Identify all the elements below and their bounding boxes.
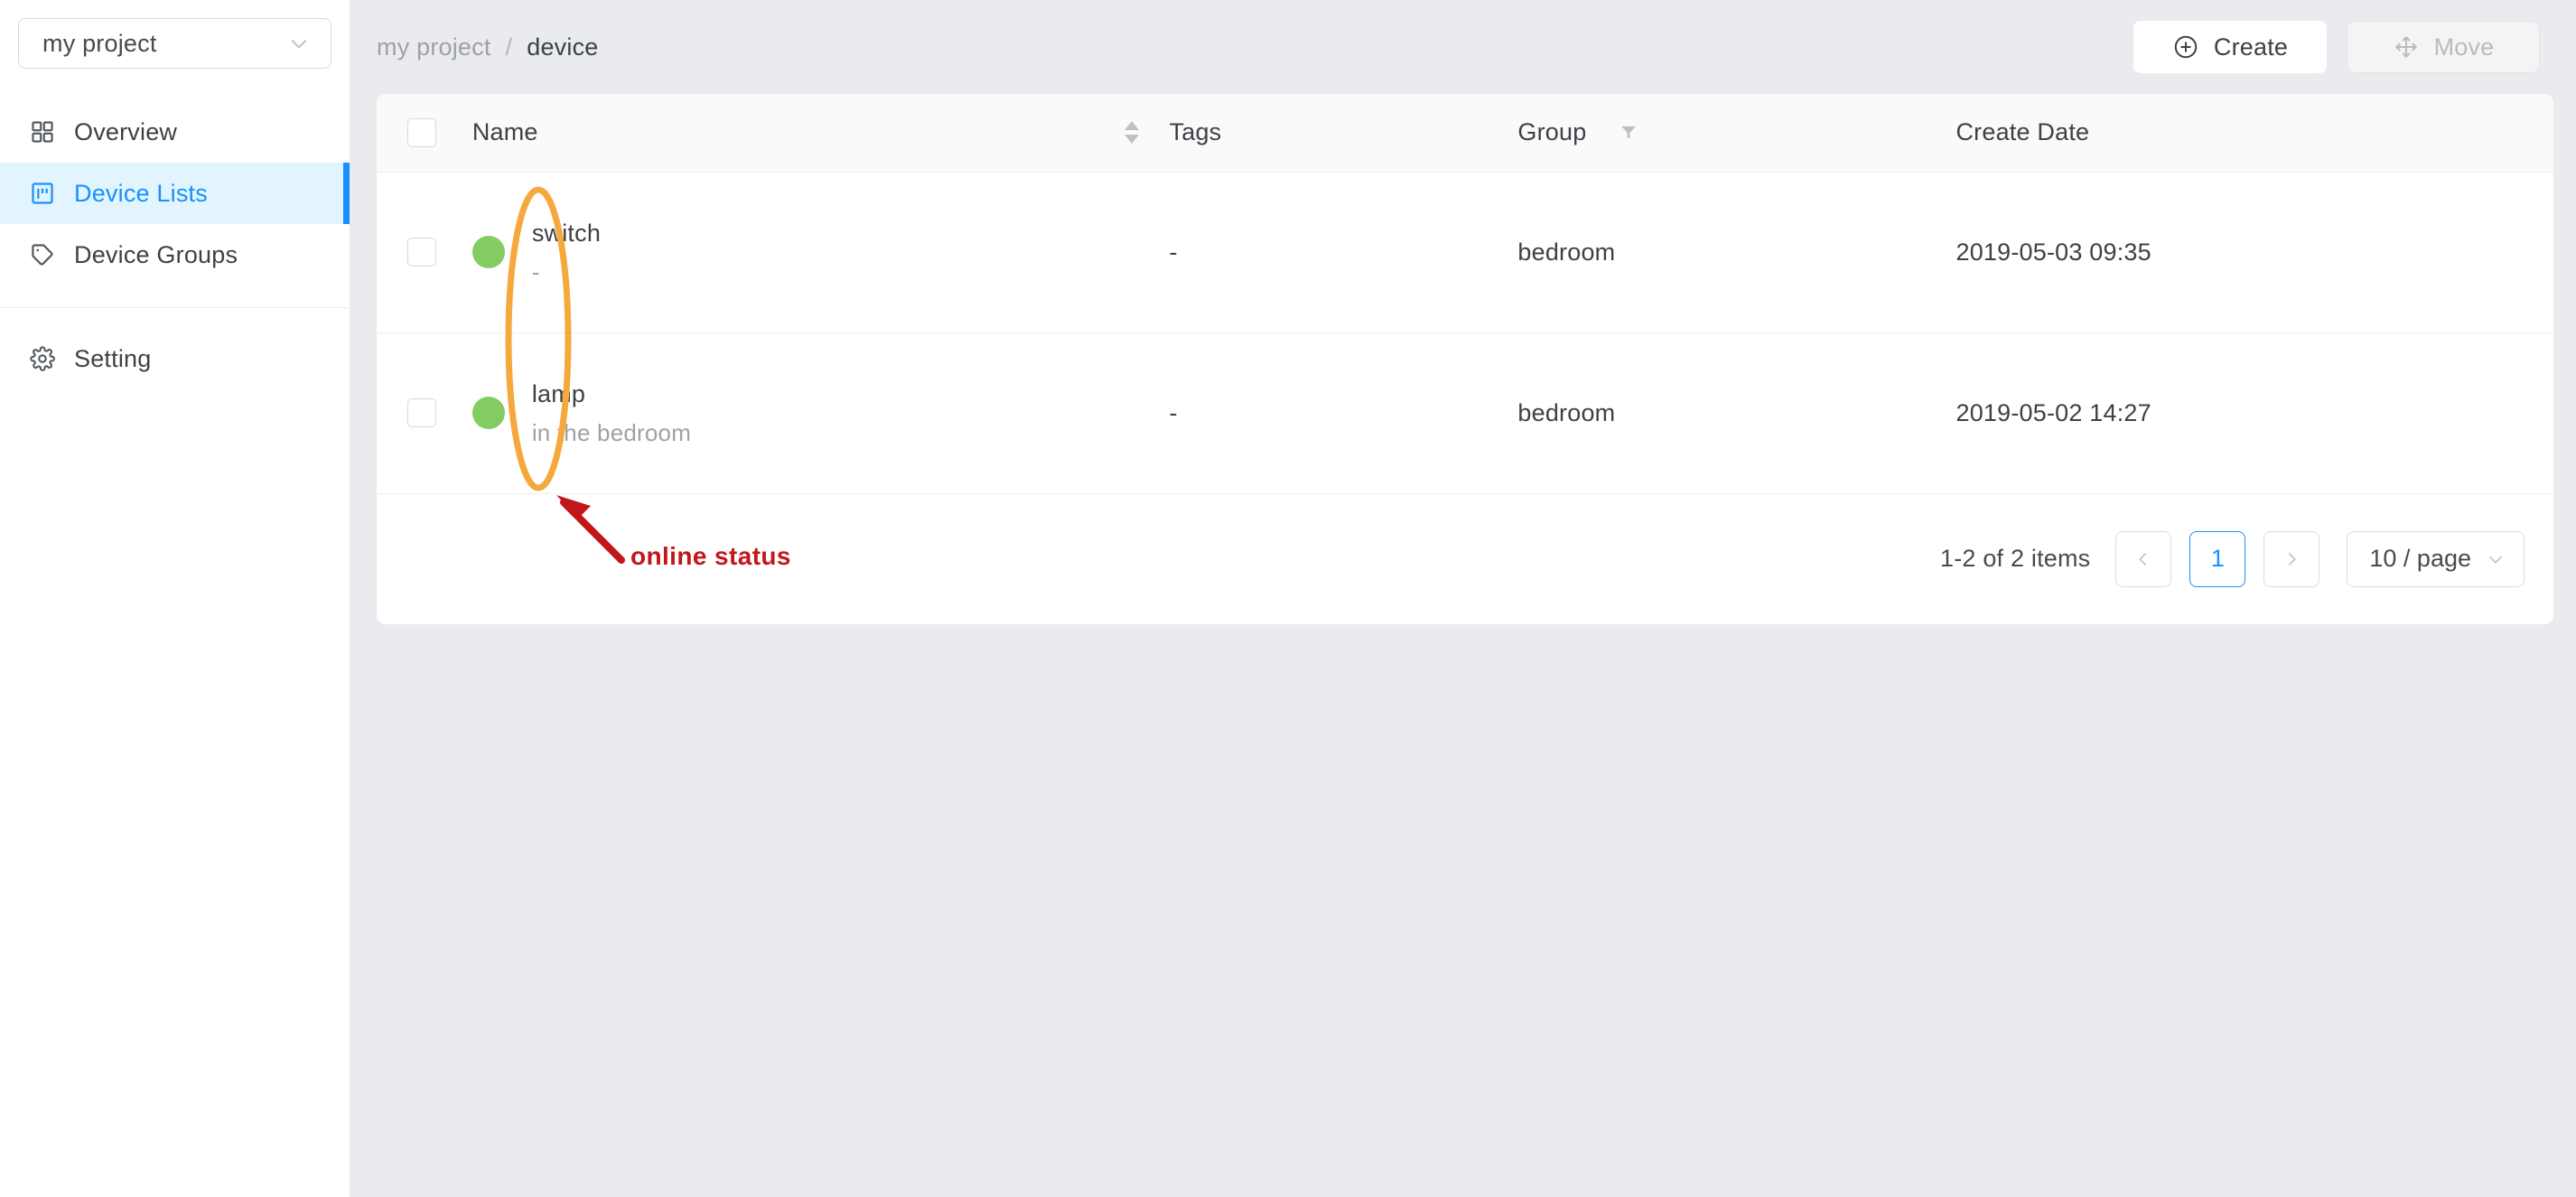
pagination-prev-button[interactable] — [2115, 530, 2172, 587]
filter-icon[interactable] — [1619, 123, 1638, 143]
sidebar-item-label: Overview — [74, 117, 178, 145]
sidebar-item-overview[interactable]: Overview — [0, 101, 350, 163]
device-list-card: Name Tags Group Create Date switch - - b… — [377, 94, 2553, 624]
row-group-cell: bedroom — [1517, 172, 1956, 333]
chevron-down-icon — [2484, 547, 2507, 571]
device-description: - — [531, 257, 540, 285]
column-header-tags: Tags — [1169, 94, 1518, 173]
device-name: switch — [531, 219, 602, 247]
sidebar-item-label: Device Groups — [74, 240, 238, 268]
project-selector[interactable]: my project — [18, 18, 331, 69]
sidebar-nav: Overview Device Lists Device Groups Sett… — [0, 101, 350, 389]
breadcrumb: my project / device — [377, 33, 599, 61]
pagination-page-1[interactable]: 1 — [2189, 530, 2246, 587]
breadcrumb-separator: / — [505, 33, 513, 61]
breadcrumb-root[interactable]: my project — [377, 33, 491, 61]
sort-arrows-icon[interactable] — [1124, 121, 1139, 145]
column-header-group: Group — [1517, 94, 1956, 173]
move-button-label: Move — [2433, 33, 2495, 61]
app-root: my project Overview Device Lists Device … — [0, 0, 2576, 1197]
row-create-date-cell: 2019-05-02 14:27 — [1955, 332, 2553, 494]
sidebar-item-label: Device Lists — [74, 179, 208, 207]
create-button-label: Create — [2213, 33, 2289, 61]
device-description: in the bedroom — [531, 418, 692, 446]
row-checkbox[interactable] — [407, 238, 436, 267]
main-content: my project / device Create Move Name Tag… — [350, 0, 2576, 1197]
table-row[interactable]: lamp in the bedroom - bedroom 2019-05-02… — [377, 332, 2553, 494]
chevron-down-icon — [287, 32, 311, 55]
table-head: Name Tags Group Create Date — [377, 94, 2553, 173]
plus-circle-icon — [2172, 33, 2199, 61]
create-button[interactable]: Create — [2133, 21, 2327, 73]
sidebar-divider — [0, 307, 350, 308]
row-checkbox[interactable] — [407, 398, 436, 427]
column-header-name[interactable]: Name — [471, 94, 1170, 173]
board-icon — [27, 178, 58, 209]
device-table: Name Tags Group Create Date switch - - b… — [377, 94, 2553, 494]
row-tags-cell: - — [1169, 172, 1518, 333]
column-header-label: Group — [1517, 118, 1587, 146]
pagination-bar: 1-2 of 2 items 1 10 / page — [377, 493, 2553, 624]
column-header-label: Create Date — [1955, 118, 2090, 146]
table-header-row: Name Tags Group Create Date — [377, 94, 2553, 173]
topbar: my project / device Create Move — [350, 0, 2576, 94]
status-indicator-online — [471, 236, 505, 268]
gear-icon — [27, 343, 58, 374]
select-all-checkbox[interactable] — [407, 117, 436, 147]
page-size-select[interactable]: 10 / page — [2347, 530, 2525, 587]
grid-icon — [27, 117, 58, 147]
column-header-label: Tags — [1169, 118, 1222, 146]
table-body: switch - - bedroom 2019-05-03 09:35 lamp… — [377, 172, 2553, 494]
breadcrumb-current: device — [527, 33, 599, 61]
sidebar-item-device-groups[interactable]: Device Groups — [0, 224, 350, 285]
project-selector-value: my project — [42, 29, 157, 57]
column-header-label: Name — [471, 118, 538, 146]
row-create-date-cell: 2019-05-03 09:35 — [1955, 172, 2553, 333]
pagination-next-button[interactable] — [2263, 530, 2320, 587]
row-name-cell: switch - — [471, 172, 1170, 333]
sidebar-item-device-lists[interactable]: Device Lists — [0, 163, 350, 224]
topbar-actions: Create Move — [2133, 21, 2540, 73]
row-select-cell — [377, 172, 472, 333]
row-group-cell: bedroom — [1517, 332, 1956, 494]
column-header-select-all — [377, 94, 472, 173]
row-name-cell: lamp in the bedroom — [471, 332, 1170, 494]
sidebar: my project Overview Device Lists Device … — [0, 0, 350, 1197]
row-tags-cell: - — [1169, 332, 1518, 494]
move-button[interactable]: Move — [2347, 21, 2540, 73]
sidebar-item-label: Setting — [74, 344, 152, 372]
move-arrows-icon — [2393, 33, 2420, 61]
pagination-summary: 1-2 of 2 items — [1940, 545, 2091, 572]
table-row[interactable]: switch - - bedroom 2019-05-03 09:35 — [377, 172, 2553, 333]
device-name: lamp — [531, 379, 586, 407]
column-header-create-date: Create Date — [1955, 94, 2553, 173]
tag-icon — [27, 239, 58, 270]
sidebar-item-setting[interactable]: Setting — [0, 328, 350, 389]
page-size-value: 10 / page — [2369, 545, 2471, 572]
row-select-cell — [377, 332, 472, 494]
status-indicator-online — [471, 397, 505, 429]
